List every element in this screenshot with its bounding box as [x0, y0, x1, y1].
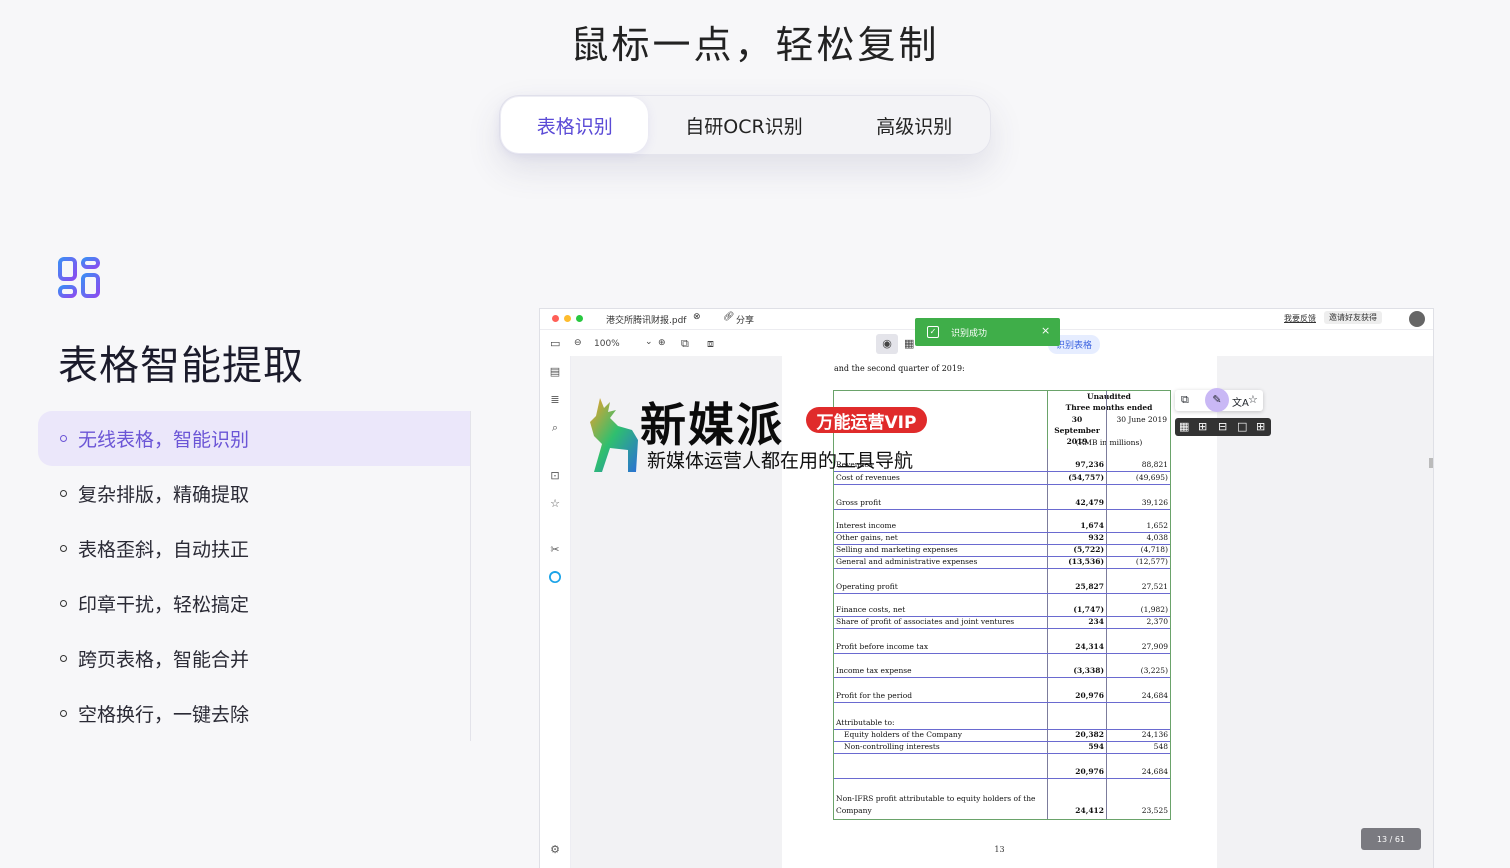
page-indicator[interactable]: 13 / 61	[1361, 828, 1421, 850]
success-toast: ✓ 识别成功 ×	[915, 318, 1060, 346]
bullet-icon	[60, 435, 67, 442]
file-tab-name[interactable]: 港交所腾讯财报.pdf	[606, 313, 686, 326]
window-close-icon[interactable]	[552, 315, 559, 322]
feature-list-divider	[470, 411, 471, 741]
zoom-in-icon[interactable]: ⊕	[658, 338, 666, 348]
feature-item-remove-whitespace[interactable]: 空格换行，一键去除	[38, 686, 470, 741]
feature-item-cross-page-merge[interactable]: 跨页表格，智能合并	[38, 631, 470, 686]
window-minimize-icon[interactable]	[564, 315, 571, 322]
close-tab-icon[interactable]: ⊗	[693, 312, 701, 322]
vip-badge: 万能运营VIP	[806, 407, 927, 433]
table-row: General and administrative expenses (13,5…	[834, 556, 1170, 569]
app-left-sidebar: ▤ ≣ ⌕ ⊡ ☆ ✂ ● ⚙	[540, 356, 571, 868]
copy-icon[interactable]: ⧉	[1181, 393, 1189, 407]
window-maximize-icon[interactable]	[576, 315, 583, 322]
ai-icon[interactable]: ●	[549, 571, 561, 583]
table-row: Non-controlling interests 594 548	[834, 741, 1170, 754]
invite-button[interactable]: 邀请好友获得	[1324, 311, 1382, 324]
feature-tabs: 表格识别 自研OCR识别 高级识别	[499, 95, 991, 155]
border-icon[interactable]: □	[1237, 420, 1247, 433]
table-row: 20,976 24,684	[834, 766, 1170, 779]
grid-outer-icon[interactable]: ⊟	[1218, 420, 1227, 433]
folder-icon[interactable]: ▭	[550, 337, 560, 350]
bullet-icon	[60, 545, 67, 552]
close-icon[interactable]: ×	[1041, 324, 1050, 337]
copy-icon[interactable]: ⧉	[681, 337, 689, 351]
tiles-icon[interactable]: ⊞	[1256, 420, 1265, 433]
table-row: Profit before income tax 24,314 27,909	[834, 641, 1170, 654]
search-icon[interactable]: ⌕	[549, 422, 561, 434]
header-col-jun: 30 June 2019	[1116, 415, 1167, 424]
page-number: 13	[994, 845, 1005, 854]
bullet-icon	[60, 710, 67, 717]
zoom-level[interactable]: 100%	[594, 339, 620, 349]
grid-inner-icon[interactable]: ⊞	[1198, 420, 1207, 433]
star-icon[interactable]: ☆	[549, 498, 561, 510]
feature-list: 无线表格，智能识别 复杂排版，精确提取 表格歪斜，自动扶正 印章干扰，轻松搞定 …	[38, 411, 470, 741]
grid-all-icon[interactable]: ▦	[1179, 420, 1189, 433]
hero-title: 鼠标一点，轻松复制	[570, 23, 940, 67]
table-row: Non-IFRS profit attributable to equity h…	[836, 794, 1168, 815]
edit-icon[interactable]: ✎	[1205, 388, 1229, 412]
bullet-icon	[60, 655, 67, 662]
outline-icon[interactable]: ≣	[549, 394, 561, 406]
table-row: Income tax expense (3,338) (3,225)	[834, 665, 1170, 678]
zoom-out-icon[interactable]: ⊖	[574, 338, 582, 348]
table-icon[interactable]: ▦	[904, 337, 914, 350]
table-header: Unaudited Three months ended 30 Septembe…	[1047, 391, 1170, 449]
tab-advanced-recognition[interactable]: 高级识别	[840, 97, 989, 153]
table-layout-bar: ▦ ⊞ ⊟ □ ⊞	[1175, 418, 1271, 436]
feature-item-wireless-table[interactable]: 无线表格，智能识别	[38, 411, 470, 466]
feature-item-complex-layout[interactable]: 复杂排版，精确提取	[38, 466, 470, 521]
tab-ocr-recognition[interactable]: 自研OCR识别	[648, 97, 839, 153]
bullet-icon	[60, 600, 67, 607]
feature-item-seal-interference[interactable]: 印章干扰，轻松搞定	[38, 576, 470, 631]
table-row: Cost of revenues (54,757) (49,695)	[834, 472, 1170, 485]
check-icon: ✓	[927, 326, 939, 338]
settings-icon[interactable]: ⚙	[549, 844, 561, 856]
translate-icon[interactable]: 文A	[1232, 394, 1249, 409]
feedback-link[interactable]: 我要反馈	[1284, 313, 1316, 324]
header-unit: (RMB in millions)	[1075, 438, 1143, 447]
avatar[interactable]	[1409, 311, 1425, 327]
header-period: Three months ended	[1065, 403, 1153, 412]
feature-title: 表格智能提取	[58, 343, 304, 389]
deer-logo-icon	[590, 398, 638, 472]
table-action-bar: ⧉ ✎ 文A ☆	[1175, 388, 1263, 412]
eye-icon[interactable]: ◉	[876, 334, 898, 354]
table-row: Operating profit 25,827 27,521	[834, 581, 1170, 594]
export-icon[interactable]: ⊡	[549, 470, 561, 482]
tab-table-recognition[interactable]: 表格识别	[501, 97, 649, 153]
share-button[interactable]: 分享	[736, 313, 754, 326]
link-icon: 🔗︎	[723, 312, 735, 322]
watermark-subtitle: 新媒体运营人都在用的工具导航	[647, 450, 914, 472]
table-grid-icon	[58, 257, 100, 298]
star-icon[interactable]: ☆	[1248, 393, 1258, 406]
chevron-down-icon[interactable]: ⌄	[645, 337, 653, 347]
table-row: Gross profit 42,479 39,126	[834, 497, 1170, 510]
document-icon[interactable]: ▤	[549, 366, 561, 378]
scrollbar[interactable]	[1429, 458, 1433, 468]
toast-message: 识别成功	[951, 329, 988, 339]
feature-item-skew-correction[interactable]: 表格歪斜，自动扶正	[38, 521, 470, 576]
scissors-icon[interactable]: ✂	[549, 544, 561, 556]
table-row: Profit for the period 20,976 24,684	[834, 690, 1170, 703]
bullet-icon	[60, 490, 67, 497]
crop-icon[interactable]: ⧈	[707, 337, 714, 351]
page-intro-text: and the second quarter of 2019:	[834, 364, 965, 373]
table-row: Share of profit of associates and joint …	[834, 616, 1170, 629]
